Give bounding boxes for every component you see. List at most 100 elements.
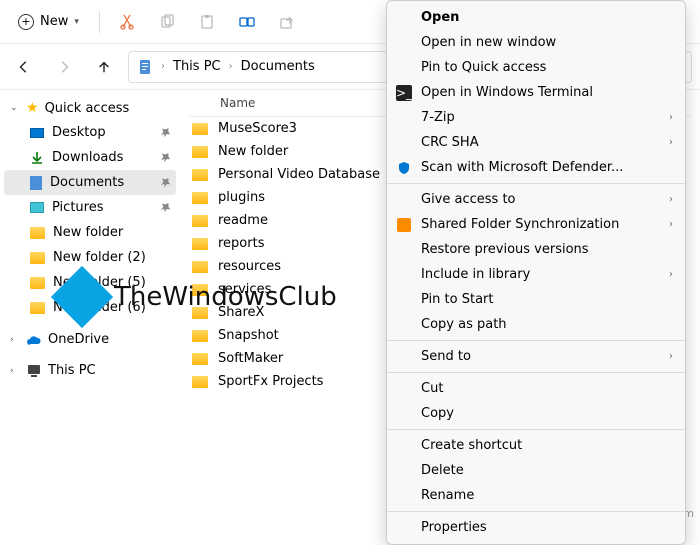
folder-name: SportFx Projects [218,374,323,389]
rename-icon[interactable] [230,5,264,39]
sidebar-item-label: Downloads [52,150,123,165]
folder-name: reports [218,236,264,251]
quick-access-label: Quick access [45,101,130,116]
folder-icon [192,284,208,296]
share-icon [270,5,304,39]
sidebar-item-label: Desktop [52,125,106,140]
quick-access-header[interactable]: ⌄ ★ Quick access [4,96,176,120]
sidebar-item-label: New folder (6) [53,300,146,315]
context-menu-item-label: 7-Zip [421,110,455,125]
submenu-arrow-icon: › [669,219,673,230]
folder-icon [192,353,208,365]
context-menu-item-properties[interactable]: Properties [387,515,685,540]
plus-icon: + [18,14,34,30]
context-menu-item-label: Copy [421,406,454,421]
context-menu-item-label: Cut [421,381,443,396]
folder-icon [192,215,208,227]
cut-icon[interactable] [110,5,144,39]
context-menu-separator [387,340,685,341]
shield-icon [396,160,412,176]
submenu-arrow-icon: › [669,269,673,280]
folder-icon [192,146,208,158]
chevron-icon: › [161,61,165,72]
this-pc-header[interactable]: › This PC [4,359,176,382]
breadcrumb-segment[interactable]: Documents [241,59,315,74]
context-menu-item-scan-with-microsoft-defender[interactable]: Scan with Microsoft Defender... [387,155,685,180]
sidebar-item-new-folder-6-[interactable]: New folder (6) [4,295,176,320]
sidebar-item-documents[interactable]: Documents [4,170,176,195]
up-button[interactable] [88,51,120,83]
context-menu-item-crc-sha[interactable]: CRC SHA› [387,130,685,155]
context-menu-item-open[interactable]: Open [387,5,685,30]
sidebar-item-desktop[interactable]: Desktop [4,120,176,145]
context-menu-item-restore-previous-versions[interactable]: Restore previous versions [387,237,685,262]
context-menu-item-cut[interactable]: Cut [387,376,685,401]
folder-name: services [218,282,271,297]
context-menu-separator [387,511,685,512]
pc-icon [26,364,42,378]
folder-icon [192,192,208,204]
sidebar-item-new-folder-5-[interactable]: New folder (5) [4,270,176,295]
new-button-label: New [40,14,68,29]
sidebar-item-new-folder-2-[interactable]: New folder (2) [4,245,176,270]
chevron-down-icon: ⌄ [10,103,20,113]
context-menu-item-label: Properties [421,520,487,535]
submenu-arrow-icon: › [669,112,673,123]
folder-icon [192,330,208,342]
folder-name: ShareX [218,305,264,320]
folder-icon [192,238,208,250]
pin-icon [157,199,173,216]
context-menu-item-rename[interactable]: Rename [387,483,685,508]
context-menu-item-open-in-new-window[interactable]: Open in new window [387,30,685,55]
folder-name: readme [218,213,268,228]
onedrive-header[interactable]: › OneDrive [4,328,176,351]
new-button[interactable]: + New ▾ [8,10,89,34]
context-menu-item-pin-to-quick-access[interactable]: Pin to Quick access [387,55,685,80]
folder-icon [30,277,45,289]
context-menu-item-label: Give access to [421,192,516,207]
context-menu-item-label: CRC SHA [421,135,479,150]
sidebar-item-new-folder[interactable]: New folder [4,220,176,245]
pin-icon [157,149,173,166]
context-menu-item-shared-folder-synchronization[interactable]: Shared Folder Synchronization› [387,212,685,237]
folder-icon [30,227,45,239]
forward-button [48,51,80,83]
back-button[interactable] [8,51,40,83]
context-menu-item-pin-to-start[interactable]: Pin to Start [387,287,685,312]
star-icon: ★ [26,100,39,116]
sidebar-item-downloads[interactable]: Downloads [4,145,176,170]
folder-name: New folder [218,144,288,159]
folder-icon [30,302,45,314]
context-menu-item-label: Restore previous versions [421,242,589,257]
folder-name: resources [218,259,281,274]
sidebar-item-label: New folder (5) [53,275,146,290]
folder-name: SoftMaker [218,351,283,366]
sidebar-item-label: Pictures [52,200,103,215]
submenu-arrow-icon: › [669,351,673,362]
context-menu-item-delete[interactable]: Delete [387,458,685,483]
onedrive-label: OneDrive [48,332,109,347]
terminal-icon: >_ [396,85,412,101]
context-menu-item-label: Include in library [421,267,530,282]
this-pc-label: This PC [48,363,96,378]
context-menu-item-open-in-windows-terminal[interactable]: >_Open in Windows Terminal [387,80,685,105]
context-menu-item-copy-as-path[interactable]: Copy as path [387,312,685,337]
folder-icon [192,376,208,388]
breadcrumb-segment[interactable]: This PC [173,59,221,74]
context-menu-item-7-zip[interactable]: 7-Zip › [387,105,685,130]
sidebar-item-label: New folder [53,225,123,240]
context-menu-item-give-access-to[interactable]: Give access to› [387,187,685,212]
context-menu-item-label: Delete [421,463,464,478]
context-menu-item-send-to[interactable]: Send to› [387,344,685,369]
folder-name: Snapshot [218,328,279,343]
context-menu-item-label: Open [421,10,459,25]
context-menu-item-create-shortcut[interactable]: Create shortcut [387,433,685,458]
context-menu-separator [387,183,685,184]
pin-icon [157,174,173,191]
context-menu-item-copy[interactable]: Copy [387,401,685,426]
folder-name: MuseScore3 [218,121,297,136]
sidebar-item-pictures[interactable]: Pictures [4,195,176,220]
context-menu-item-label: Pin to Start [421,292,493,307]
context-menu-item-include-in-library[interactable]: Include in library › [387,262,685,287]
chevron-right-icon: › [10,366,20,376]
